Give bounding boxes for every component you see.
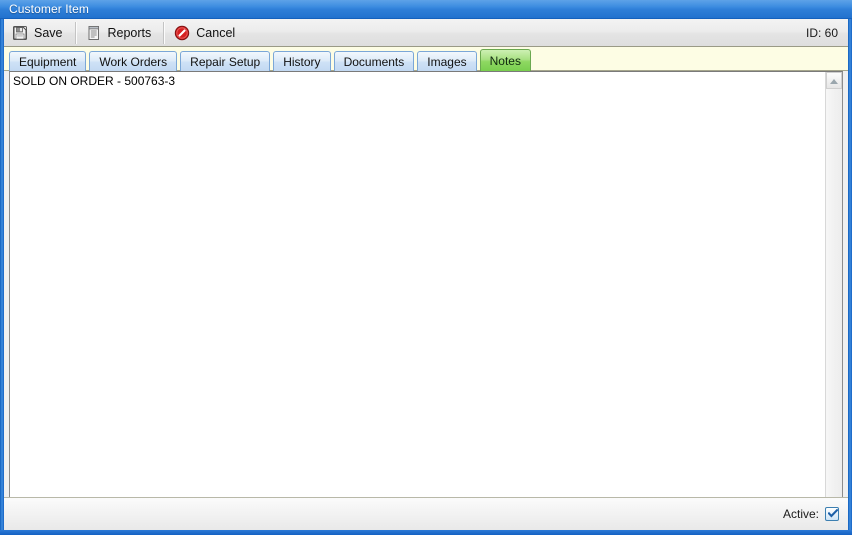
cancel-circle-icon — [174, 25, 190, 41]
tab-work-orders[interactable]: Work Orders — [89, 51, 178, 71]
save-button-label: Save — [34, 25, 63, 40]
toolbar-separator-1 — [74, 21, 77, 44]
tab-history-label: History — [283, 54, 321, 69]
scrollbar-track[interactable] — [826, 89, 842, 497]
text-caret — [13, 75, 14, 88]
scroll-up-arrow-icon — [830, 78, 838, 84]
scroll-up-button[interactable] — [826, 72, 842, 89]
notes-textarea[interactable]: SOLD ON ORDER - 500763-3 — [9, 71, 843, 515]
title-bar[interactable]: Customer Item — [0, 0, 852, 19]
save-button[interactable]: Save — [4, 20, 74, 46]
tab-repair-setup[interactable]: Repair Setup — [180, 51, 271, 71]
record-id-label: ID: 60 — [805, 25, 838, 40]
toolbar-separator-2 — [163, 21, 166, 44]
cancel-button[interactable]: Cancel — [166, 20, 246, 46]
tab-history[interactable]: History — [273, 51, 331, 71]
tab-images[interactable]: Images — [417, 51, 477, 71]
tab-notes[interactable]: Notes — [479, 49, 531, 71]
tab-notes-label: Notes — [489, 53, 521, 68]
report-document-icon — [86, 25, 102, 41]
reports-button[interactable]: Reports — [78, 20, 163, 46]
notes-vertical-scrollbar[interactable] — [825, 72, 842, 514]
toolbar: Save Reports Cancel ID: 60 — [4, 19, 848, 47]
tab-repair-setup-label: Repair Setup — [190, 54, 261, 69]
window-title: Customer Item — [9, 2, 89, 16]
tab-equipment[interactable]: Equipment — [9, 51, 87, 71]
tab-documents-label: Documents — [343, 54, 405, 69]
window-frame-bottom — [0, 530, 852, 535]
active-checkbox-label: Active: — [782, 507, 819, 521]
tab-strip: Equipment Work Orders Repair Setup Histo… — [4, 47, 848, 71]
client-area: Save Reports Cancel ID: 60 Equipment Wor… — [4, 19, 848, 530]
status-bar: Active: — [4, 497, 848, 530]
floppy-disk-icon — [12, 25, 28, 41]
notes-text-content: SOLD ON ORDER - 500763-3 — [13, 74, 176, 88]
tab-documents[interactable]: Documents — [333, 51, 415, 71]
tab-work-orders-label: Work Orders — [99, 54, 168, 69]
cancel-button-label: Cancel — [196, 25, 236, 40]
tab-equipment-label: Equipment — [19, 54, 77, 69]
checkmark-icon — [828, 509, 838, 518]
window-frame-right — [848, 0, 852, 535]
reports-button-label: Reports — [107, 25, 152, 40]
tab-images-label: Images — [427, 54, 467, 69]
active-checkbox[interactable] — [825, 507, 839, 521]
customer-item-window: Customer Item Save Reports Cancel ID: 60… — [0, 0, 852, 535]
